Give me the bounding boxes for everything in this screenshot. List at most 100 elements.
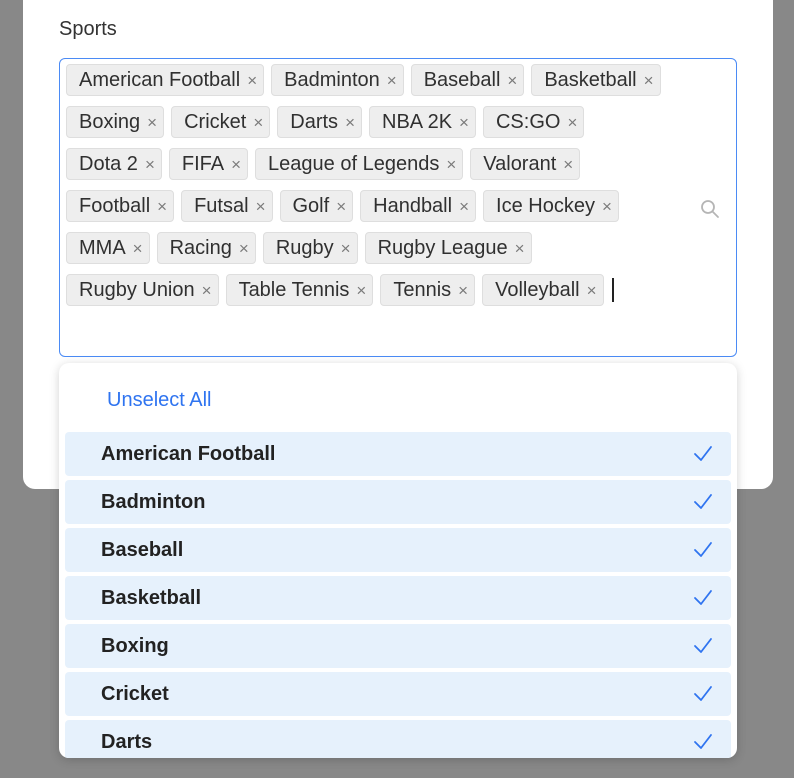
chip-label: Football xyxy=(79,194,151,217)
chip-label: Ice Hockey xyxy=(496,194,595,217)
sports-field-label: Sports xyxy=(59,18,117,40)
chip-label: NBA 2K xyxy=(382,110,453,133)
close-icon[interactable]: × xyxy=(133,240,143,257)
selected-chip: Rugby Union × xyxy=(66,274,219,306)
check-icon xyxy=(694,638,712,653)
selected-chip: League of Legends × xyxy=(255,148,464,180)
selected-chip: Tennis × xyxy=(380,274,476,306)
chip-label: Table Tennis xyxy=(238,278,350,301)
sports-multiselect[interactable]: American Football × Badminton × Baseball × Bas… xyxy=(59,58,737,357)
selected-chip: NBA 2K × xyxy=(369,106,476,138)
close-icon[interactable]: × xyxy=(202,282,212,299)
option-label: Cricket xyxy=(101,682,169,705)
selected-chip: Darts × xyxy=(277,106,362,138)
close-icon[interactable]: × xyxy=(459,114,469,131)
selected-chip: Cricket × xyxy=(171,106,271,138)
close-icon[interactable]: × xyxy=(157,198,167,215)
close-icon[interactable]: × xyxy=(345,114,355,131)
check-icon xyxy=(694,734,712,749)
chip-label: League of Legends xyxy=(268,152,440,175)
chip-label: Handball xyxy=(373,194,453,217)
close-icon[interactable]: × xyxy=(253,114,263,131)
selected-chip: American Football × xyxy=(66,64,265,96)
text-cursor[interactable] xyxy=(611,278,614,302)
dropdown-option[interactable]: Boxing xyxy=(65,624,731,668)
option-label: American Football xyxy=(101,442,276,465)
dropdown-option[interactable]: American Football xyxy=(65,432,731,476)
close-icon[interactable]: × xyxy=(387,72,397,89)
close-icon[interactable]: × xyxy=(247,72,257,89)
close-icon[interactable]: × xyxy=(239,240,249,257)
close-icon[interactable]: × xyxy=(563,156,573,173)
selected-chip: FIFA × xyxy=(168,148,249,180)
selected-chip: Table Tennis × xyxy=(225,274,374,306)
close-icon[interactable]: × xyxy=(256,198,266,215)
selected-chip: Handball × xyxy=(360,190,477,222)
unselect-all-button[interactable]: Unselect All xyxy=(107,389,212,412)
option-label: Boxing xyxy=(101,634,169,657)
check-icon xyxy=(694,446,712,461)
chip-label: Volleyball xyxy=(495,278,580,301)
chip-label: Dota 2 xyxy=(79,152,138,175)
close-icon[interactable]: × xyxy=(602,198,612,215)
check-icon xyxy=(694,590,712,605)
chip-label: Futsal xyxy=(194,194,249,217)
close-icon[interactable]: × xyxy=(587,282,597,299)
selected-chip: Rugby League × xyxy=(364,232,532,264)
chip-label: Basketball xyxy=(544,68,637,91)
check-icon xyxy=(694,542,712,557)
chip-label: American Football xyxy=(79,68,241,91)
chip-label: Rugby League xyxy=(377,236,508,259)
sports-dropdown: Unselect All American Football Badminton B… xyxy=(59,363,737,758)
chip-label: Valorant xyxy=(483,152,557,175)
selected-chip: MMA × xyxy=(66,232,150,264)
chip-label: CS:GO xyxy=(495,110,561,133)
option-label: Baseball xyxy=(101,538,184,561)
option-label: Darts xyxy=(101,730,153,753)
close-icon[interactable]: × xyxy=(336,198,346,215)
chip-label: Racing xyxy=(169,236,232,259)
close-icon[interactable]: × xyxy=(644,72,654,89)
close-icon[interactable]: × xyxy=(446,156,456,173)
chip-label: MMA xyxy=(79,236,126,259)
selected-chip: Rugby × xyxy=(262,232,358,264)
selected-chip: Ice Hockey × xyxy=(483,190,619,222)
close-icon[interactable]: × xyxy=(341,240,351,257)
chip-label: Badminton xyxy=(284,68,380,91)
dropdown-option[interactable]: Badminton xyxy=(65,480,731,524)
selected-chip: Dota 2 × xyxy=(66,148,162,180)
selected-chip: Volleyball × xyxy=(482,274,604,306)
chip-label: Tennis xyxy=(393,278,452,301)
selected-chip: Basketball × xyxy=(531,64,661,96)
close-icon[interactable]: × xyxy=(147,114,157,131)
selected-chip: Racing × xyxy=(156,232,256,264)
dropdown-option[interactable]: Baseball xyxy=(65,528,731,572)
dropdown-option[interactable]: Darts xyxy=(65,720,731,758)
selected-chip: Badminton × xyxy=(271,64,404,96)
selected-chip: CS:GO × xyxy=(482,106,585,138)
close-icon[interactable]: × xyxy=(231,156,241,173)
selected-chip: Valorant × xyxy=(470,148,581,180)
close-icon[interactable]: × xyxy=(459,198,469,215)
selected-chip: Golf × xyxy=(279,190,354,222)
close-icon[interactable]: × xyxy=(567,114,577,131)
chip-label: Cricket xyxy=(184,110,247,133)
chip-label: Golf xyxy=(292,194,330,217)
dropdown-option[interactable]: Cricket xyxy=(65,672,731,716)
search-icon xyxy=(701,200,719,218)
close-icon[interactable]: × xyxy=(515,240,525,257)
close-icon[interactable]: × xyxy=(145,156,155,173)
chip-label: FIFA xyxy=(181,152,225,175)
chip-label: Rugby xyxy=(275,236,334,259)
selected-chip: Football × xyxy=(66,190,175,222)
close-icon[interactable]: × xyxy=(507,72,517,89)
dropdown-option[interactable]: Basketball xyxy=(65,576,731,620)
chip-label: Darts xyxy=(290,110,339,133)
selected-chip: Boxing × xyxy=(66,106,165,138)
chip-label: Baseball xyxy=(423,68,501,91)
selected-chip: Futsal × xyxy=(181,190,273,222)
close-icon[interactable]: × xyxy=(356,282,366,299)
options-list: American Football Badminton Baseball Basket… xyxy=(65,432,731,758)
option-label: Basketball xyxy=(101,586,202,609)
close-icon[interactable]: × xyxy=(458,282,468,299)
